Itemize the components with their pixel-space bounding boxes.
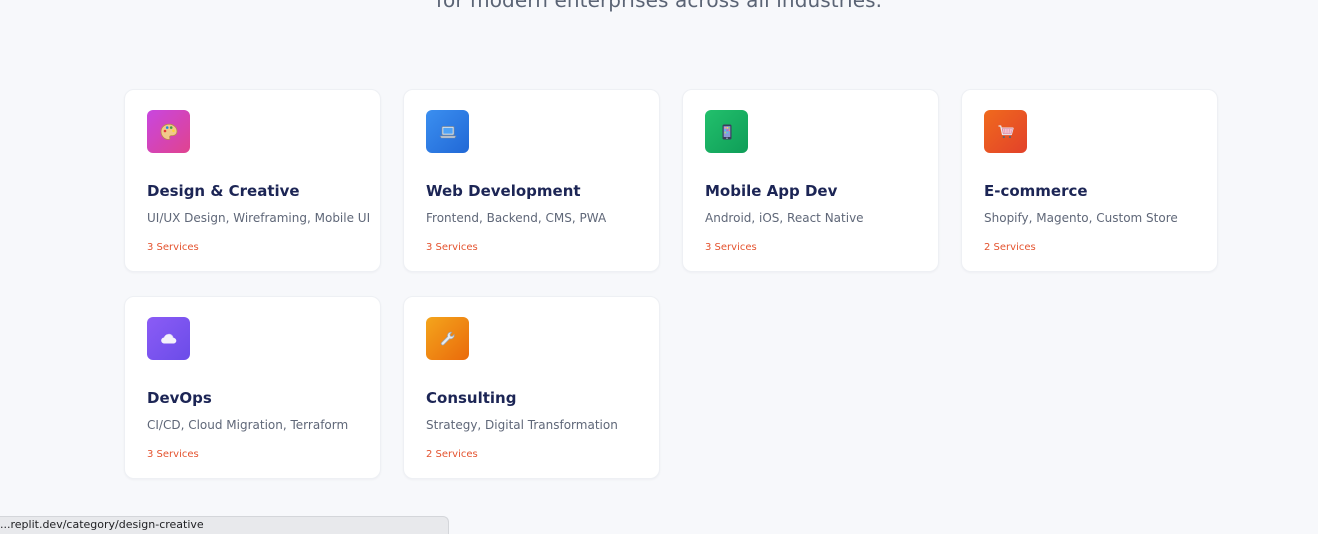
category-service-count: 3 Services <box>705 242 757 253</box>
category-card-consulting[interactable]: Consulting Strategy, Digital Transformat… <box>403 296 660 479</box>
category-description: Strategy, Digital Transformation <box>426 418 618 432</box>
category-icon-tile <box>705 110 748 153</box>
category-card-e-commerce[interactable]: E-commerce Shopify, Magento, Custom Stor… <box>961 89 1218 272</box>
category-description: CI/CD, Cloud Migration, Terraform <box>147 418 349 432</box>
category-description: Frontend, Backend, CMS, PWA <box>426 211 607 225</box>
category-service-count: 3 Services <box>147 449 199 460</box>
category-icon-tile <box>426 110 469 153</box>
category-title: Mobile App Dev <box>705 182 838 200</box>
category-title: E-commerce <box>984 182 1088 200</box>
category-icon-tile <box>426 317 469 360</box>
category-description: Android, iOS, React Native <box>705 211 864 225</box>
category-title: Consulting <box>426 389 517 407</box>
shopping-cart-icon <box>996 122 1016 142</box>
category-description: UI/UX Design, Wireframing, Mobile UI <box>147 211 371 225</box>
category-service-count: 2 Services <box>426 449 478 460</box>
category-title: DevOps <box>147 389 212 407</box>
mobile-phone-icon <box>717 122 737 142</box>
laptop-icon <box>438 122 458 142</box>
category-card-web-development[interactable]: Web Development Frontend, Backend, CMS, … <box>403 89 660 272</box>
category-card-design-creative[interactable]: Design & Creative UI/UX Design, Wirefram… <box>124 89 381 272</box>
category-service-count: 2 Services <box>984 242 1036 253</box>
category-icon-tile <box>984 110 1027 153</box>
category-service-count: 3 Services <box>147 242 199 253</box>
palette-icon <box>159 122 179 142</box>
category-description: Shopify, Magento, Custom Store <box>984 211 1178 225</box>
hero-subtitle: for modern enterprises across all indust… <box>435 0 883 12</box>
cloud-icon <box>159 329 179 349</box>
category-icon-tile <box>147 317 190 360</box>
category-card-devops[interactable]: DevOps CI/CD, Cloud Migration, Terraform… <box>124 296 381 479</box>
wrench-icon <box>438 329 458 349</box>
category-icon-tile <box>147 110 190 153</box>
category-card-mobile-app-dev[interactable]: Mobile App Dev Android, iOS, React Nativ… <box>682 89 939 272</box>
category-service-count: 3 Services <box>426 242 478 253</box>
category-title: Web Development <box>426 182 581 200</box>
browser-status-bar-url: ...replit.dev/category/design-creative <box>0 516 449 534</box>
category-title: Design & Creative <box>147 182 300 200</box>
page: for modern enterprises across all indust… <box>0 0 1318 534</box>
category-grid: Design & Creative UI/UX Design, Wirefram… <box>124 89 1218 479</box>
